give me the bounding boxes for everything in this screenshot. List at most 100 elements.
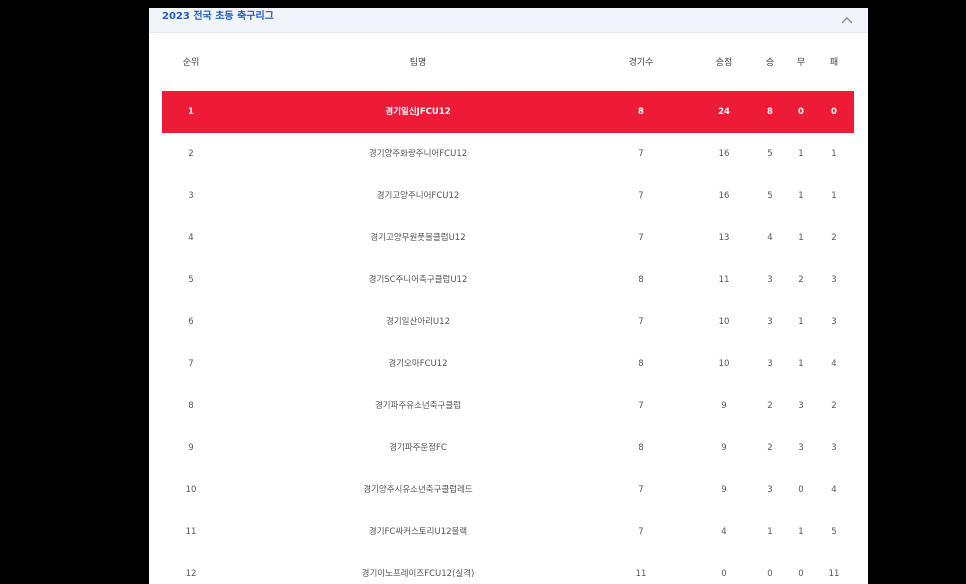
cell-played: 11	[635, 569, 647, 579]
cell-draws: 1	[798, 527, 804, 537]
cell-losses: 0	[831, 107, 837, 117]
cell-draws: 0	[798, 569, 804, 579]
league-panel: 2023 전국 초등 축구리그 순위 팀명 경기수 승점 승 무 패 1 경기일신…	[149, 8, 868, 584]
cell-rank: 7	[188, 359, 194, 369]
cell-played: 7	[638, 191, 644, 201]
cell-draws: 2	[798, 275, 804, 285]
cell-played: 8	[638, 107, 644, 117]
cell-rank: 6	[188, 317, 194, 327]
cell-losses: 1	[831, 191, 837, 201]
cell-team-name: 경기오마FCU12	[388, 359, 448, 369]
cell-draws: 0	[798, 485, 804, 495]
cell-rank: 10	[185, 485, 197, 495]
cell-played: 8	[638, 275, 644, 285]
cell-played: 7	[638, 233, 644, 243]
table-row[interactable]: 12 경기이노프레이즈FCU12(실격) 11 0 0 0 11	[162, 553, 854, 584]
cell-team-name: 경기이노프레이즈FCU12(실격)	[361, 569, 475, 579]
cell-points: 10	[718, 317, 730, 327]
cell-losses: 3	[831, 443, 837, 453]
cell-team-name: 경기FC싸커스토리U12블랙	[368, 527, 468, 537]
cell-wins: 0	[767, 569, 773, 579]
cell-wins: 3	[767, 275, 773, 285]
table-row[interactable]: 8 경기파주유소년축구클럽 7 9 2 3 2	[162, 385, 854, 427]
table-row[interactable]: 3 경기고양주니어FCU12 7 16 5 1 1	[162, 175, 854, 217]
cell-rank: 4	[188, 233, 194, 243]
column-header-points: 승점	[715, 58, 733, 68]
cell-wins: 2	[767, 401, 773, 411]
cell-played: 7	[638, 401, 644, 411]
cell-rank: 12	[185, 569, 197, 579]
table-row[interactable]: 4 경기고양무원풋볼클럽U12 7 13 4 1 2	[162, 217, 854, 259]
cell-draws: 1	[798, 317, 804, 327]
column-header-team: 팀명	[409, 58, 427, 68]
table-row[interactable]: 11 경기FC싸커스토리U12블랙 7 4 1 1 5	[162, 511, 854, 553]
cell-losses: 11	[828, 569, 840, 579]
cell-played: 8	[638, 359, 644, 369]
cell-played: 7	[638, 149, 644, 159]
cell-points: 9	[721, 485, 727, 495]
cell-rank: 9	[188, 443, 194, 453]
cell-wins: 3	[767, 359, 773, 369]
table-row[interactable]: 5 경기SC주니어축구클럽U12 8 11 3 2 3	[162, 259, 854, 301]
cell-team-name: 경기일산아리U12	[386, 317, 450, 327]
cell-losses: 2	[831, 401, 837, 411]
column-header-draws: 무	[796, 58, 806, 68]
cell-team-name: 경기양주화랑주니어FCU12	[368, 149, 468, 159]
column-header-played: 경기수	[628, 58, 654, 68]
cell-points: 10	[718, 359, 730, 369]
cell-points: 24	[718, 107, 730, 117]
standings-table-body: 1 경기일신JFCU12 8 24 8 0 0 2 경기양주화랑주니어FCU12 7 16 5 1 1 3 경…	[162, 91, 854, 584]
table-row[interactable]: 9 경기파주운정FC 8 9 2 3 3	[162, 427, 854, 469]
table-header: 순위 팀명 경기수 승점 승 무 패	[162, 48, 854, 78]
table-row[interactable]: 1 경기일신JFCU12 8 24 8 0 0	[162, 91, 854, 133]
cell-team-name: 경기일신JFCU12	[385, 107, 451, 117]
column-header-losses: 패	[829, 58, 839, 68]
cell-points: 4	[721, 527, 727, 537]
cell-played: 8	[638, 443, 644, 453]
cell-wins: 5	[767, 191, 773, 201]
cell-points: 16	[718, 191, 730, 201]
cell-wins: 8	[767, 107, 773, 117]
cell-losses: 3	[831, 317, 837, 327]
cell-wins: 3	[767, 485, 773, 495]
cell-losses: 4	[831, 359, 837, 369]
cell-wins: 5	[767, 149, 773, 159]
cell-team-name: 경기고양무원풋볼클럽U12	[370, 233, 466, 243]
cell-losses: 2	[831, 233, 837, 243]
cell-losses: 1	[831, 149, 837, 159]
cell-played: 7	[638, 485, 644, 495]
cell-losses: 4	[831, 485, 837, 495]
cell-wins: 3	[767, 317, 773, 327]
cell-losses: 3	[831, 275, 837, 285]
cell-points: 9	[721, 401, 727, 411]
panel-header[interactable]: 2023 전국 초등 축구리그	[149, 8, 868, 33]
cell-draws: 3	[798, 443, 804, 453]
cell-team-name: 경기파주유소년축구클럽	[374, 401, 462, 411]
table-row[interactable]: 10 경기양주시유소년축구클럽레드 7 9 3 0 4	[162, 469, 854, 511]
column-header-wins: 승	[765, 58, 775, 68]
cell-points: 9	[721, 443, 727, 453]
cell-points: 13	[718, 233, 730, 243]
cell-rank: 2	[188, 149, 194, 159]
cell-rank: 1	[188, 107, 194, 117]
table-row[interactable]: 7 경기오마FCU12 8 10 3 1 4	[162, 343, 854, 385]
cell-team-name: 경기파주운정FC	[389, 443, 447, 453]
column-header-rank: 순위	[182, 58, 200, 68]
table-row[interactable]: 2 경기양주화랑주니어FCU12 7 16 5 1 1	[162, 133, 854, 175]
cell-draws: 1	[798, 191, 804, 201]
cell-rank: 5	[188, 275, 194, 285]
cell-played: 7	[638, 317, 644, 327]
chevron-up-icon[interactable]	[839, 11, 855, 24]
cell-rank: 8	[188, 401, 194, 411]
cell-losses: 5	[831, 527, 837, 537]
cell-draws: 0	[798, 107, 804, 117]
table-row[interactable]: 6 경기일산아리U12 7 10 3 1 3	[162, 301, 854, 343]
cell-wins: 2	[767, 443, 773, 453]
cell-points: 16	[718, 149, 730, 159]
cell-team-name: 경기양주시유소년축구클럽레드	[363, 485, 473, 495]
cell-rank: 3	[188, 191, 194, 201]
cell-rank: 11	[185, 527, 197, 537]
cell-draws: 3	[798, 401, 804, 411]
cell-team-name: 경기고양주니어FCU12	[376, 191, 460, 201]
cell-draws: 1	[798, 149, 804, 159]
